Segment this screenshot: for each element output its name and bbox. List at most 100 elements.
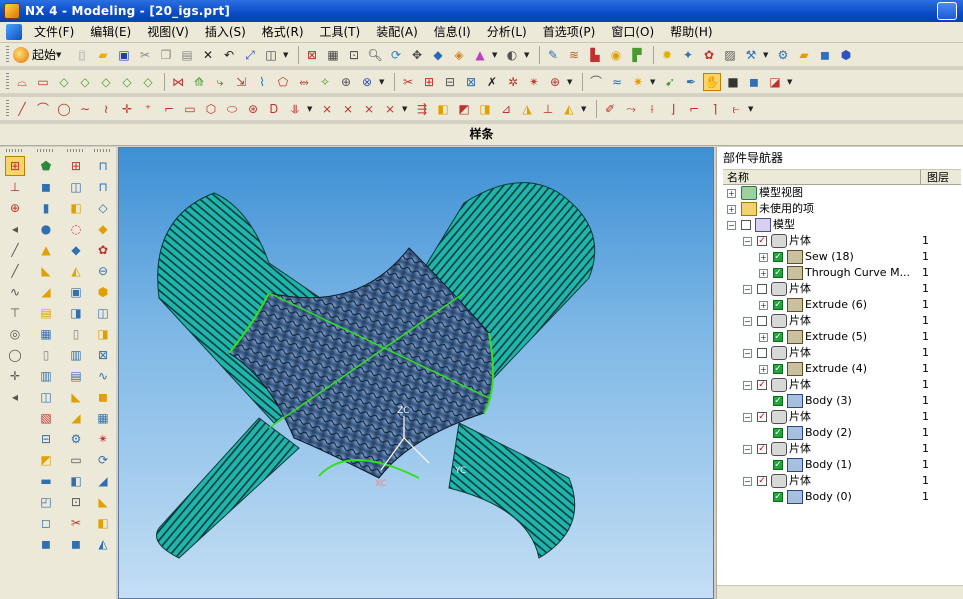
bridge-curve-icon[interactable]: ⨯	[339, 100, 357, 118]
subtract-icon[interactable]: ◫	[66, 177, 86, 197]
n-sided-icon[interactable]: ⬠	[274, 73, 292, 91]
combined-curve-icon[interactable]: ⊿	[497, 100, 515, 118]
edge-blend-icon[interactable]: ◌	[66, 219, 86, 239]
curve-analysis-icon[interactable]: ⌒	[587, 73, 605, 91]
tree-row-feature[interactable]: ✓ Body (3) 1	[717, 393, 963, 409]
groove-icon[interactable]: ▧	[36, 408, 56, 428]
hammer-icon[interactable]: ⚙	[774, 46, 792, 64]
join-curve-icon[interactable]: ⟊	[643, 100, 661, 118]
visibility-checkbox[interactable]	[757, 348, 767, 358]
smooth-icon[interactable]: ⥼	[727, 100, 745, 118]
chevron-down-icon[interactable]: ▼	[763, 51, 770, 59]
wizard-icon[interactable]: ✦	[679, 46, 697, 64]
chevron-down-icon[interactable]: ▼	[567, 78, 574, 86]
chamfer-tool-icon[interactable]: ◆	[66, 240, 86, 260]
folder-icon[interactable]: ▰	[795, 46, 813, 64]
visibility-checkbox[interactable]: ✓	[773, 332, 783, 342]
expand-icon[interactable]: +	[759, 253, 768, 262]
bridge-icon[interactable]: ⌇	[253, 73, 271, 91]
wrap-icon[interactable]: ◧	[434, 100, 452, 118]
text-curve-icon[interactable]: Ꭰ	[265, 100, 283, 118]
arc-icon[interactable]: ⌒	[34, 100, 52, 118]
spring-icon[interactable]: ▭	[66, 450, 86, 470]
shell-icon[interactable]: ◻	[36, 513, 56, 533]
trim-curve-icon[interactable]: ◮	[518, 100, 536, 118]
collapse-icon[interactable]: −	[727, 221, 736, 230]
point-icon[interactable]: ✛	[118, 100, 136, 118]
slot-icon[interactable]: ◫	[36, 387, 56, 407]
offset-surface-icon[interactable]: ⌓	[13, 73, 31, 91]
expand-icon[interactable]: +	[759, 301, 768, 310]
menu-window[interactable]: 窗口(O)	[603, 23, 662, 42]
section-curve-icon[interactable]: ◩	[455, 100, 473, 118]
paste-icon[interactable]: ▤	[178, 46, 196, 64]
feature-icon[interactable]: ⬟	[36, 156, 56, 176]
sketch-plane-icon[interactable]: ⊞	[5, 156, 25, 176]
tree-row-feature[interactable]: + ✓ Extrude (5) 1	[717, 329, 963, 345]
tree-row-sheet-body[interactable]: − ✓ 片体 1	[717, 441, 963, 457]
circle-tool-icon[interactable]: ◯	[5, 345, 25, 365]
visibility-checkbox[interactable]: ✓	[773, 268, 783, 278]
measure-icon[interactable]: ≋	[565, 46, 583, 64]
thread-icon[interactable]: ▯	[66, 324, 86, 344]
sew-tool-icon[interactable]: ◣	[66, 387, 86, 407]
project-curve-icon[interactable]: ⨯	[360, 100, 378, 118]
visibility-checkbox[interactable]: ✓	[773, 492, 783, 502]
chevron-down-icon[interactable]: ▼	[524, 51, 531, 59]
visibility-checkbox[interactable]	[757, 316, 767, 326]
curve-tool-icon[interactable]: ∿	[5, 282, 25, 302]
tree-row-sheet-body[interactable]: − 片体 1	[717, 313, 963, 329]
chevron-down-icon[interactable]: ▼	[748, 105, 755, 113]
ruled-surface-icon[interactable]: ⋈	[169, 73, 187, 91]
chevron-down-icon[interactable]: ▼	[650, 78, 657, 86]
fit-view-icon[interactable]: ⊠	[303, 46, 321, 64]
document-icon[interactable]	[6, 24, 22, 40]
surface-tool-icon[interactable]: ◇	[93, 198, 113, 218]
chevron-down-icon[interactable]: ▼	[787, 78, 794, 86]
start-button[interactable]: 起始 ▼	[13, 46, 67, 63]
menu-preferences[interactable]: 首选项(P)	[535, 23, 604, 42]
visibility-checkbox[interactable]	[741, 220, 751, 230]
diamond-icon[interactable]: ◇	[97, 73, 115, 91]
visibility-checkbox[interactable]: ✓	[773, 300, 783, 310]
offset-curve-icon[interactable]: ⨯	[318, 100, 336, 118]
law-extension-icon[interactable]: ⥈	[295, 73, 313, 91]
tree-row-feature[interactable]: ✓ Body (2) 1	[717, 425, 963, 441]
rectangle-icon[interactable]: ▭	[181, 100, 199, 118]
visibility-checkbox[interactable]: ✓	[773, 460, 783, 470]
surface-color-icon[interactable]: ◼	[93, 387, 113, 407]
new-file-icon[interactable]: ▯	[73, 46, 91, 64]
diamond-icon[interactable]: ◇	[55, 73, 73, 91]
surface-x-icon[interactable]: ⊠	[93, 345, 113, 365]
curve-length-icon[interactable]: ⤳	[622, 100, 640, 118]
menu-help[interactable]: 帮助(H)	[662, 23, 720, 42]
tool-icon[interactable]: ⚒	[742, 46, 760, 64]
copy-icon[interactable]: ❐	[157, 46, 175, 64]
extension-icon[interactable]: ⇲	[232, 73, 250, 91]
chevron-down-icon[interactable]: ▼	[402, 105, 409, 113]
boss-icon[interactable]: ▦	[36, 324, 56, 344]
menu-file[interactable]: 文件(F)	[26, 23, 82, 42]
filter-icon[interactable]: ◫	[262, 46, 280, 64]
surface-blend-icon[interactable]: ◆	[93, 219, 113, 239]
extract-body-icon[interactable]: ◧	[66, 471, 86, 491]
pen-icon[interactable]: ✒	[682, 73, 700, 91]
tube-icon[interactable]: ⊟	[36, 429, 56, 449]
visibility-checkbox[interactable]: ✓	[773, 252, 783, 262]
chevron-down-icon[interactable]: ▼	[307, 105, 314, 113]
studio-spline-icon[interactable]: ≀	[97, 100, 115, 118]
visibility-checkbox[interactable]: ✓	[757, 412, 767, 422]
surface-cut-icon[interactable]: ◧	[93, 513, 113, 533]
circle-tool-icon[interactable]: ◎	[5, 324, 25, 344]
collapse-icon[interactable]: −	[743, 317, 752, 326]
collapse-icon[interactable]: −	[743, 477, 752, 486]
extrude-icon[interactable]: ◣	[36, 261, 56, 281]
column-header-name[interactable]: 名称	[723, 170, 921, 184]
delete-icon[interactable]: ✕	[199, 46, 217, 64]
collapse-icon[interactable]: −	[743, 285, 752, 294]
pad-icon[interactable]: ▥	[36, 366, 56, 386]
expand-icon[interactable]: +	[727, 189, 736, 198]
column-header-layer[interactable]: 图层	[921, 170, 961, 184]
menu-view[interactable]: 视图(V)	[139, 23, 197, 42]
layer-icon[interactable]: ◐	[503, 46, 521, 64]
